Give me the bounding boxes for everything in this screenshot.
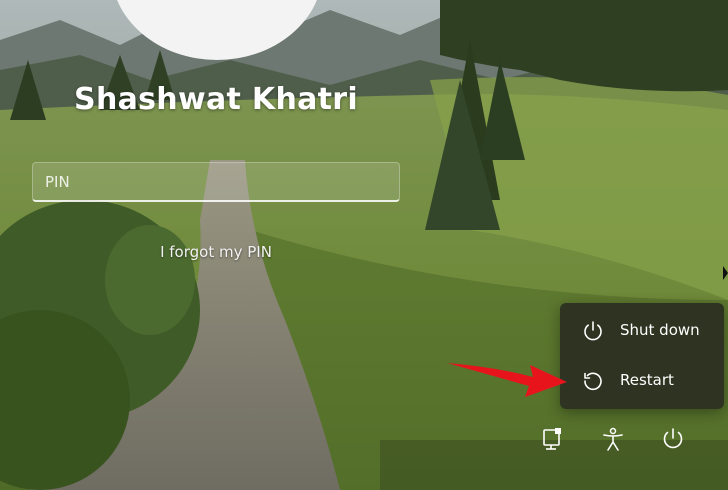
user-name: Shashwat Khatri — [74, 82, 358, 117]
power-icon[interactable] — [658, 424, 688, 454]
network-icon[interactable] — [538, 424, 568, 454]
cursor-edge-icon — [723, 266, 728, 280]
annotation-arrow-icon — [447, 363, 567, 397]
restart-label: Restart — [620, 371, 674, 389]
forgot-pin-link[interactable]: I forgot my PIN — [0, 243, 432, 261]
shut-down-menu-item[interactable]: Shut down — [560, 309, 724, 353]
power-icon — [584, 321, 602, 341]
restart-icon — [584, 372, 602, 391]
power-menu: Shut down Restart — [560, 303, 724, 409]
accessibility-icon[interactable] — [598, 424, 628, 454]
pin-input[interactable] — [32, 162, 400, 202]
shut-down-label: Shut down — [620, 321, 700, 339]
restart-menu-item[interactable]: Restart — [560, 359, 724, 403]
